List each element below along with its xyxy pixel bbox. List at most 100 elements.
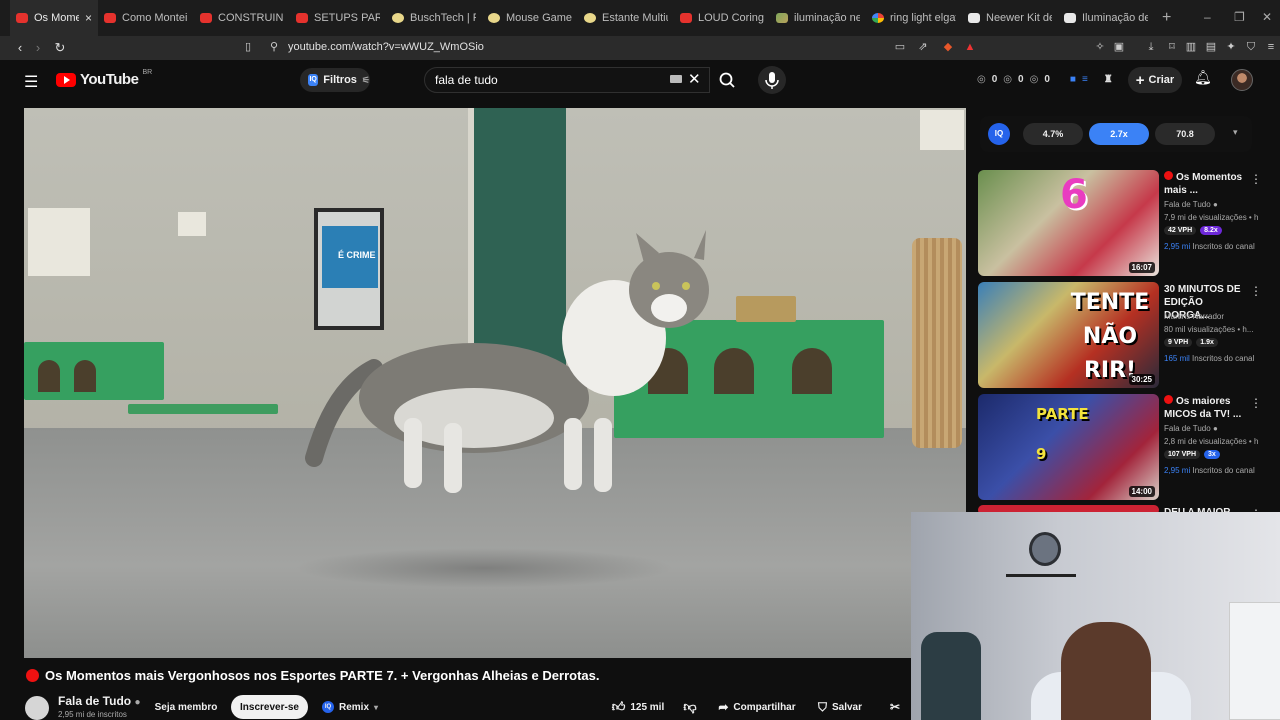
channel-subscribers: 2,95 mi Inscritos do canal [1164,466,1255,475]
video-player[interactable]: É CRIME [24,108,966,658]
download-icon[interactable]: ⤓ [1145,41,1157,53]
iq-metric-pill[interactable]: 4.7% [1023,123,1083,145]
search-button[interactable] [710,67,746,93]
tab-label: CONSTRUINDO U [218,12,284,24]
cast-icon[interactable]: ▭ [894,41,906,53]
video-duration: 30:25 [1128,374,1155,385]
vph-badges: 9 VPH 1.9x [1164,338,1218,347]
cat-shadow [294,548,674,588]
join-button[interactable]: Seja membro [146,695,226,719]
yellow-icon [584,13,596,23]
filters-button[interactable]: IQ Filtros ⚟ [300,68,370,92]
browser-tab-10[interactable]: Neewer Kit de lu [962,0,1058,36]
close-window-icon[interactable]: ✕ [1262,10,1272,24]
clip-button[interactable]: ✂ [880,695,910,719]
more-options-icon[interactable]: ⋮ [1250,172,1262,186]
iq-metric-pill[interactable]: 70.8 [1155,123,1215,145]
new-tab-icon[interactable]: + [1162,9,1171,27]
trophy-icon[interactable]: ♜ [1104,74,1113,85]
back-icon[interactable]: ‹ [10,40,30,55]
video-title[interactable]: Os Momentos mais ... [1164,171,1248,197]
browser-tab-0[interactable]: Os Mome × [10,0,98,36]
hamburger-menu-icon[interactable]: ☰ [24,72,38,92]
rewards-icon[interactable]: ▲ [964,41,976,53]
vph-badge: 9 VPH [1164,338,1193,347]
channel-name[interactable]: Fala de Tudo ● [58,694,141,708]
menu-icon[interactable]: ≡ [1265,41,1277,53]
view-icon: ◎ [1029,74,1039,85]
youtube-logo[interactable]: YouTube BR [56,69,152,88]
channel-name[interactable]: Martins Narrador [1164,312,1224,321]
restore-icon[interactable]: ❐ [1234,10,1245,24]
leo-icon[interactable]: ✦ [1225,41,1237,53]
more-options-icon[interactable]: ⋮ [1250,284,1262,298]
channel-avatar[interactable] [25,696,49,720]
close-tab-icon[interactable]: × [85,11,92,25]
iq-logo[interactable]: IQ [988,123,1010,145]
video-thumbnail[interactable]: TENTE NÃO RIR! 30:25 [978,282,1159,388]
avatar[interactable] [1231,69,1253,91]
youtube-icon [296,13,308,23]
vpn-icon[interactable]: ⛉ [1245,41,1257,53]
iq-icon[interactable]: ■ [1070,74,1076,85]
browser-tab-8[interactable]: iluminação neew [770,0,866,36]
wall-poster [920,110,964,150]
bookmarks-icon[interactable]: ⌑ [1166,41,1178,53]
video-title[interactable]: Os maiores MICOS da TV! ... [1164,395,1248,421]
save-button[interactable]: ⛉ Salvar [812,695,868,719]
subscribe-button[interactable]: Inscrever-se [231,695,308,719]
keyboard-icon[interactable] [670,75,682,83]
clear-search-icon[interactable]: ✕ [688,70,701,88]
youtube-icon [104,13,116,23]
url-field[interactable]: youtube.com/watch?v=wWUZ_WmOSio [288,41,484,53]
share-icon[interactable]: ⇗ [917,41,929,53]
like-button[interactable]: 👍︎ 125 mil [604,695,672,719]
sidebar-icon[interactable]: ▥ [1185,41,1197,53]
reload-icon[interactable]: ↻ [50,40,70,56]
recommendation-item[interactable]: PARTE 9 14:00 Os maiores MICOS da TV! ..… [978,394,1278,500]
cat-house-hole [714,348,754,394]
browser-tab-6[interactable]: Estante Multiuso [578,0,674,36]
browser-tab-2[interactable]: CONSTRUINDO U [194,0,290,36]
tab-label: Como Montei o E [122,12,188,24]
video-thumbnail[interactable]: 6 16:07 [978,170,1159,276]
chevron-down-icon[interactable]: ▾ [1233,127,1238,138]
remix-button[interactable]: IQ Remix ▾ [313,695,387,719]
stat-value: 0 [1018,74,1024,85]
channel-name[interactable]: Fala de Tudo ● [1164,424,1218,433]
browser-tab-11[interactable]: Iluminação de LE [1058,0,1154,36]
forward-icon[interactable]: › [28,40,48,55]
minimize-icon[interactable]: – [1204,10,1211,24]
notifications-bell-icon[interactable]: 🔔︎ [1194,69,1212,86]
create-button[interactable]: + Criar [1128,67,1182,93]
view-count: 80 mil visualizações • h... [1164,325,1254,334]
recommendation-item[interactable]: 6 16:07 Os Momentos mais ... ⋮ Fala de T… [978,170,1278,276]
youtube-icon [680,13,692,23]
recommendation-item[interactable]: TENTE NÃO RIR! 30:25 30 MINUTOS DE EDIÇÃ… [978,282,1278,388]
share-button[interactable]: ➦ Compartilhar [714,695,800,719]
screenshot-icon[interactable]: ▣ [1113,41,1125,53]
verified-icon: ● [1212,424,1218,433]
channel-name[interactable]: Fala de Tudo ● [1164,200,1218,209]
browser-tab-9[interactable]: ring light elgato [866,0,962,36]
video-thumbnail[interactable]: PARTE 9 14:00 [978,394,1159,500]
browser-tab-5[interactable]: Mouse Gamer Se [482,0,578,36]
scratching-post [912,238,962,448]
dislike-button[interactable]: 👎︎ [678,695,702,719]
list-icon[interactable]: ≡ [1082,74,1088,85]
wallet-icon[interactable]: ▤ [1205,41,1217,53]
voice-search-button[interactable] [758,66,786,94]
browser-tab-1[interactable]: Como Montei o E [98,0,194,36]
vph-badge: 42 VPH [1164,226,1197,235]
bookmark-icon[interactable]: ▯ [242,41,254,53]
extension-icon[interactable]: ✧ [1094,41,1106,53]
search-input[interactable]: fala de tudo [424,67,710,93]
view-count: 7,9 mi de visualizações • h [1164,213,1259,222]
browser-tab-4[interactable]: BuschTech | Perfil [386,0,482,36]
iq-metric-pill[interactable]: 2.7x [1089,123,1149,145]
more-options-icon[interactable]: ⋮ [1250,396,1262,410]
brave-shield-icon[interactable]: ◆ [942,41,954,53]
site-settings-icon[interactable]: ⚲ [268,41,280,53]
browser-tab-7[interactable]: LOUD Coringa - Y [674,0,770,36]
browser-tab-3[interactable]: SETUPS PARA SE [290,0,386,36]
